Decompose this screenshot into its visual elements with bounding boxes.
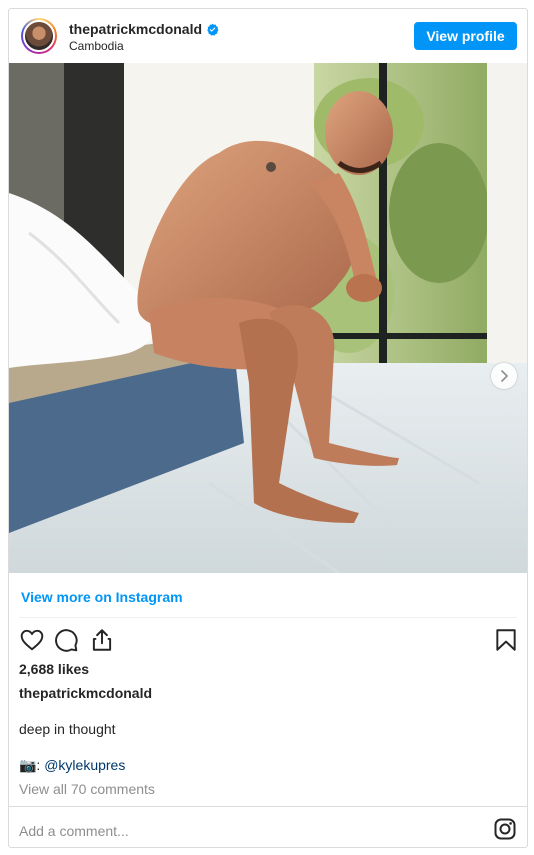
verified-badge-icon bbox=[207, 23, 219, 36]
view-more-link[interactable]: View more on Instagram bbox=[21, 589, 183, 605]
next-photo-button[interactable] bbox=[491, 363, 517, 389]
mention-link[interactable]: @kylekupres bbox=[44, 757, 125, 773]
likes-count[interactable]: 2,688 likes bbox=[19, 661, 89, 677]
camera-emoji-prefix: 📷: bbox=[19, 757, 45, 773]
heart-icon[interactable] bbox=[19, 627, 45, 653]
chevron-right-icon bbox=[501, 370, 508, 382]
location-link[interactable]: Cambodia bbox=[69, 39, 124, 53]
caption-username[interactable]: thepatrickmcdonald bbox=[19, 685, 152, 701]
instagram-icon[interactable] bbox=[493, 817, 517, 841]
photo-credit: 📷: @kylekupres bbox=[19, 757, 125, 774]
view-profile-button[interactable]: View profile bbox=[414, 22, 517, 50]
username-text[interactable]: thepatrickmcdonald bbox=[69, 21, 202, 37]
add-comment-input[interactable]: Add a comment... bbox=[19, 823, 129, 839]
caption-text: deep in thought bbox=[19, 721, 116, 737]
post-header: thepatrickmcdonald Cambodia View profile bbox=[9, 9, 527, 63]
username-link[interactable]: thepatrickmcdonald bbox=[69, 21, 219, 37]
instagram-embed-card: thepatrickmcdonald Cambodia View profile bbox=[8, 8, 528, 848]
divider bbox=[9, 806, 527, 807]
view-comments-link[interactable]: View all 70 comments bbox=[19, 781, 155, 797]
action-bar bbox=[9, 624, 527, 656]
avatar[interactable] bbox=[21, 18, 57, 54]
post-photo[interactable] bbox=[9, 63, 527, 573]
divider bbox=[19, 617, 517, 618]
share-icon[interactable] bbox=[89, 627, 115, 653]
comment-icon[interactable] bbox=[53, 627, 79, 653]
bookmark-icon[interactable] bbox=[493, 627, 519, 653]
